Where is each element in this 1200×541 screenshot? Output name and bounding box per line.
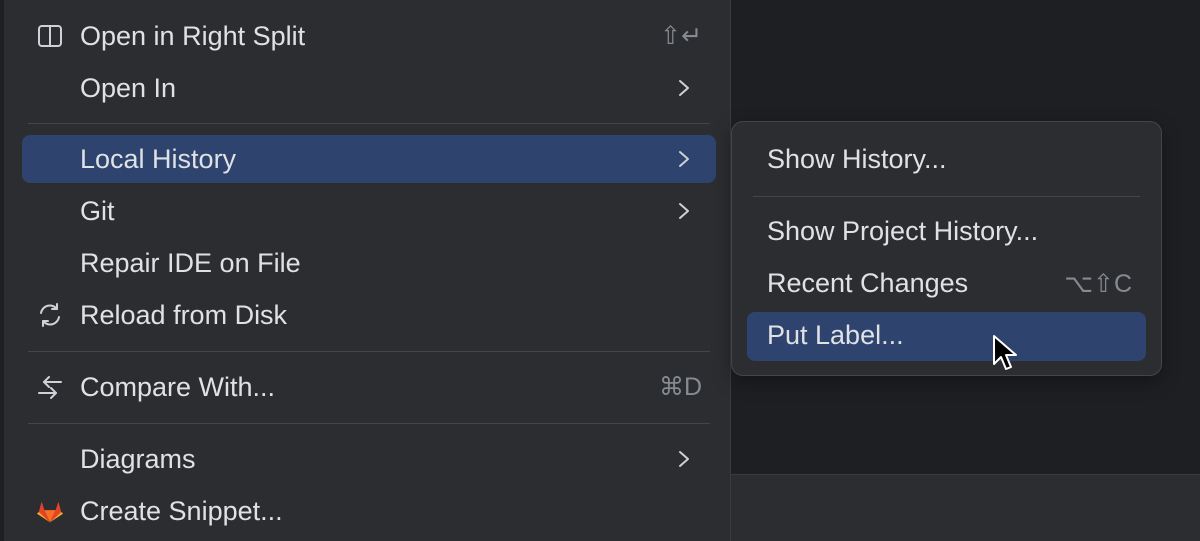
submenu-item-show-history[interactable]: Show History... (747, 136, 1146, 185)
submenu-item-label: Show History... (767, 144, 947, 174)
submenu-item-shortcut: ⌥⇧C (1064, 270, 1132, 298)
menu-item-open-in[interactable]: Open In (22, 64, 716, 112)
menu-item-label: Compare With... (80, 371, 276, 402)
split-right-icon (36, 22, 64, 50)
menu-item-diagrams[interactable]: Diagrams (22, 435, 716, 483)
compare-arrows-icon (36, 373, 64, 401)
menu-item-label: Open in Right Split (80, 20, 306, 51)
menu-item-label: Open In (80, 72, 177, 103)
menu-item-shortcut: ⇧↵ (660, 22, 702, 50)
menu-item-label: Repair IDE on File (80, 247, 301, 278)
menu-item-create-snippet[interactable]: Create Snippet... (22, 487, 716, 535)
menu-separator (28, 351, 710, 352)
context-menu: Open in Right Split ⇧↵ Open In Local His… (4, 0, 730, 541)
menu-item-compare-with[interactable]: Compare With... ⌘D (22, 363, 716, 411)
menu-item-label: Git (80, 195, 115, 226)
menu-item-repair-ide-on-file[interactable]: Repair IDE on File (22, 239, 716, 287)
bottom-panel (731, 475, 1200, 541)
menu-item-label: Diagrams (80, 443, 196, 474)
local-history-submenu: Show History... Show Project History... … (731, 121, 1162, 376)
submenu-item-put-label[interactable]: Put Label... (747, 312, 1146, 361)
menu-item-shortcut: ⌘D (658, 373, 702, 401)
submenu-item-label: Show Project History... (767, 216, 1039, 246)
menu-separator (28, 423, 710, 424)
menu-item-label: Reload from Disk (80, 299, 288, 330)
submenu-separator (753, 196, 1140, 197)
menu-item-label: Local History (80, 143, 237, 174)
menu-item-label: Create Snippet... (80, 495, 283, 526)
chevron-right-icon (679, 151, 689, 167)
menu-item-open-in-right-split[interactable]: Open in Right Split ⇧↵ (22, 12, 716, 60)
mouse-pointer-icon (993, 335, 1017, 370)
menu-item-reload-from-disk[interactable]: Reload from Disk (22, 291, 716, 339)
submenu-item-label: Put Label... (767, 320, 904, 350)
chevron-right-icon (679, 451, 689, 467)
menu-separator (28, 123, 710, 124)
menu-item-git[interactable]: Git (22, 187, 716, 235)
submenu-item-label: Recent Changes (767, 268, 969, 298)
submenu-item-recent-changes[interactable]: Recent Changes ⌥⇧C (747, 260, 1146, 309)
chevron-right-icon (679, 80, 689, 96)
gitlab-icon (36, 497, 64, 525)
reload-icon (36, 301, 64, 329)
menu-item-local-history[interactable]: Local History (22, 135, 716, 183)
chevron-right-icon (679, 203, 689, 219)
submenu-item-show-project-history[interactable]: Show Project History... (747, 208, 1146, 257)
